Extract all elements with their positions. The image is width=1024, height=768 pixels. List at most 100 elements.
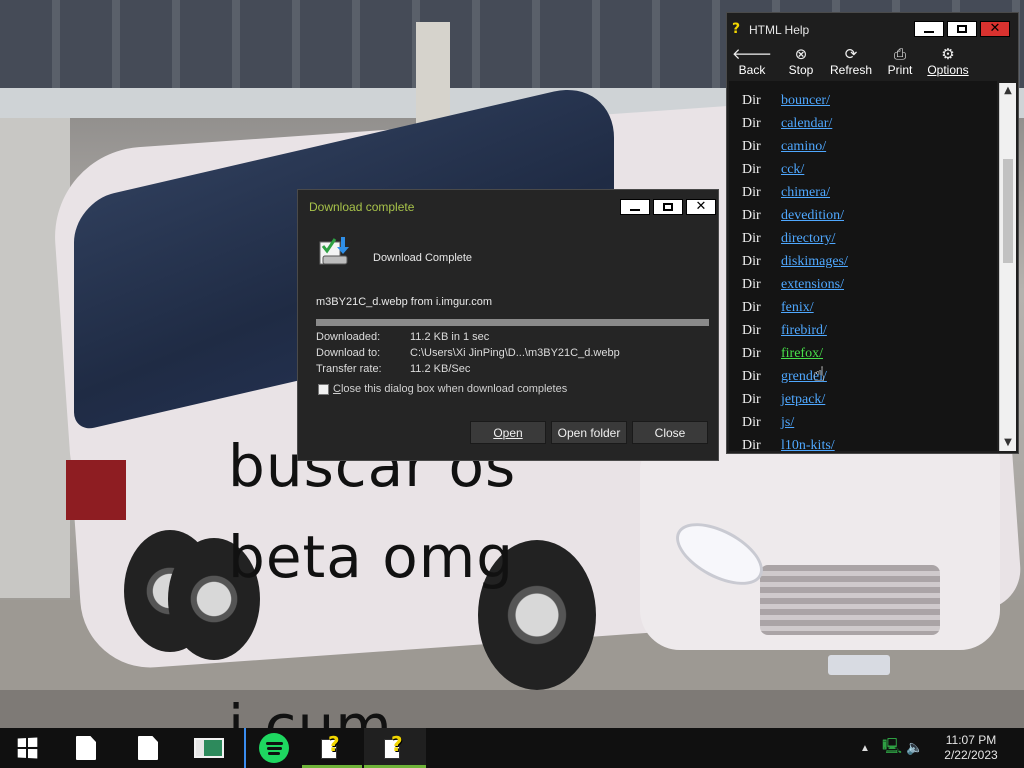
directory-link[interactable]: diskimages/ (781, 254, 848, 270)
taskbar-app[interactable] (188, 728, 230, 768)
toolbar-options-button[interactable]: ⚙ Options (923, 45, 973, 77)
bus-grille (760, 565, 940, 635)
toolbar-print-button[interactable]: ⎙ Print (875, 45, 925, 77)
open-folder-button[interactable]: Open folder (551, 421, 627, 444)
entry-type: Dir (742, 208, 761, 223)
html-help-window: ? HTML Help ✕ 🡐 Back ⊗ Stop ⟳ Refresh ⎙ Prin… (726, 12, 1019, 454)
toolbar-label: Refresh (829, 63, 873, 77)
wallpaper-caption: beta omg (228, 523, 515, 591)
taskbar-html-help[interactable]: ? (364, 728, 426, 768)
wallpaper-pillar (0, 118, 70, 598)
taskbar-document[interactable] (128, 728, 168, 768)
list-item: Dir devedition/ (729, 205, 997, 228)
open-button-label: Open (493, 425, 523, 440)
close-window-button[interactable]: ✕ (980, 21, 1010, 37)
network-icon[interactable]: 🖳 (882, 728, 902, 768)
directory-link[interactable]: extensions/ (781, 277, 844, 293)
vertical-scrollbar[interactable]: ▲ ▼ (999, 83, 1016, 451)
close-icon: ✕ (989, 21, 1001, 36)
minimize-button[interactable] (914, 21, 944, 37)
app-window-icon (194, 738, 224, 758)
close-on-complete-label[interactable]: Close this dialog box when download comp… (333, 383, 567, 395)
taskbar-spotify[interactable] (244, 728, 302, 768)
toolbar-label: Options (927, 63, 969, 77)
download-progress-bar (316, 319, 709, 326)
bus-plate (828, 655, 890, 675)
directory-link[interactable]: devedition/ (781, 208, 844, 224)
hand-cursor-icon: ☝ (813, 362, 826, 386)
open-button[interactable]: Open (470, 421, 546, 444)
minimize-button[interactable] (620, 199, 650, 215)
help-file-icon: ? (321, 732, 343, 759)
refresh-icon: ⟳ (844, 45, 858, 63)
info-value: C:\Users\Xi JinPing\D...\m3BY21C_d.webp (410, 347, 620, 359)
wallpaper-caption: i cum (228, 692, 393, 728)
entry-type: Dir (742, 277, 761, 292)
maximize-icon (663, 203, 673, 211)
dialog-title: Download complete (309, 200, 415, 214)
toolbar-label: Print (887, 63, 913, 77)
directory-link[interactable]: chimera/ (781, 185, 830, 201)
clock-date: 2/22/2023 (944, 748, 998, 762)
entry-type: Dir (742, 162, 761, 177)
maximize-button[interactable] (653, 199, 683, 215)
directory-link[interactable]: fenix/ (781, 300, 814, 316)
list-item: Dir extensions/ (729, 274, 997, 297)
close-on-complete-checkbox[interactable] (318, 384, 329, 395)
directory-link[interactable]: firefox/ (781, 346, 823, 362)
directory-link[interactable]: l10n-kits/ (781, 438, 835, 451)
list-item: Dir fenix/ (729, 297, 997, 320)
close-window-button[interactable]: ✕ (686, 199, 716, 215)
toolbar-stop-button[interactable]: ⊗ Stop (776, 45, 826, 77)
scroll-up-icon[interactable]: ▲ (1000, 83, 1016, 99)
close-button[interactable]: Close (632, 421, 708, 444)
entry-type: Dir (742, 323, 761, 338)
directory-link[interactable]: js/ (781, 415, 794, 431)
taskbar-document[interactable] (66, 728, 106, 768)
scrollbar-thumb[interactable] (1003, 159, 1013, 263)
document-icon (76, 736, 96, 760)
taskbar-html-help[interactable]: ? (302, 728, 362, 768)
window-title: HTML Help (749, 23, 810, 37)
entry-type: Dir (742, 254, 761, 269)
back-arrow-icon: 🡐 (731, 45, 773, 63)
entry-type: Dir (742, 438, 761, 451)
maximize-button[interactable] (947, 21, 977, 37)
tray-expand-icon[interactable]: ▲ (860, 728, 870, 768)
info-value: 11.2 KB/Sec (410, 363, 471, 375)
entry-type: Dir (742, 300, 761, 315)
directory-link[interactable]: camino/ (781, 139, 826, 155)
system-clock[interactable]: 11:07 PM 2/22/2023 (936, 733, 1006, 763)
scroll-down-icon[interactable]: ▼ (1000, 435, 1016, 451)
list-item: Dir bouncer/ (729, 90, 997, 113)
start-button[interactable] (10, 728, 44, 768)
download-heading: Download Complete (373, 252, 473, 264)
download-file-source: m3BY21C_d.webp from i.imgur.com (316, 296, 493, 308)
directory-link[interactable]: bouncer/ (781, 93, 830, 109)
directory-listing: Dir bouncer/Dir calendar/Dir camino/Dir cck/… (729, 81, 997, 451)
windows-logo-icon (17, 737, 38, 759)
volume-icon[interactable]: 🔈 (906, 728, 923, 768)
download-complete-icon (319, 237, 349, 265)
directory-link[interactable]: directory/ (781, 231, 835, 247)
open-folder-button-label: Open folder (557, 425, 621, 440)
stop-icon: ⊗ (794, 45, 808, 63)
directory-link[interactable]: calendar/ (781, 116, 832, 132)
entry-type: Dir (742, 185, 761, 200)
toolbar-refresh-button[interactable]: ⟳ Refresh (826, 45, 876, 77)
entry-type: Dir (742, 116, 761, 131)
info-row-download-to: Download to: C:\Users\Xi JinPing\D...\m3B… (316, 347, 620, 359)
taskbar: ? ? ▲ 🖳 🔈 11:07 PM 2/22/2023 (0, 728, 1024, 768)
list-item: Dir cck/ (729, 159, 997, 182)
list-item: Dir grendel/ (729, 366, 997, 389)
directory-link[interactable]: firebird/ (781, 323, 827, 339)
list-item: Dir l10n-kits/ (729, 435, 997, 451)
toolbar-back-button[interactable]: 🡐 Back (727, 45, 777, 77)
list-item: Dir firefox/ (729, 343, 997, 366)
list-item: Dir firebird/ (729, 320, 997, 343)
directory-link[interactable]: jetpack/ (781, 392, 825, 408)
info-label: Transfer rate: (316, 363, 382, 375)
entry-type: Dir (742, 139, 761, 154)
bus-red-panel (66, 460, 126, 520)
directory-link[interactable]: cck/ (781, 162, 804, 178)
